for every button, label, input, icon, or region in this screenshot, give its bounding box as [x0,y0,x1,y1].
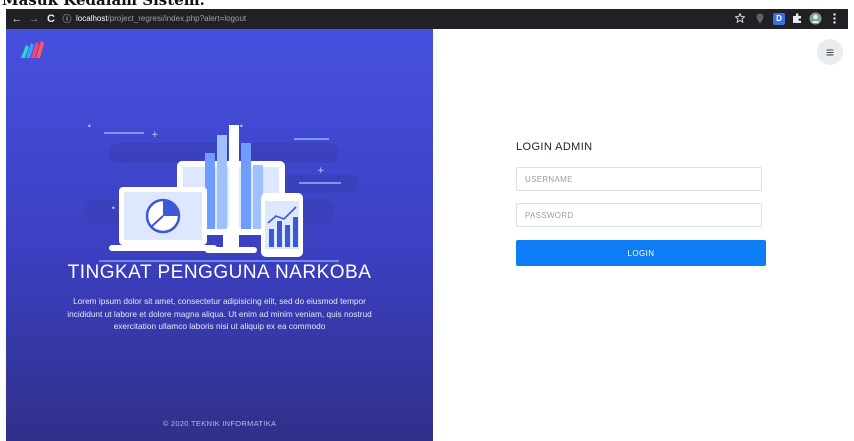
svg-text:+: + [317,166,325,176]
reload-button[interactable]: C [44,9,58,29]
username-input[interactable] [516,167,762,191]
bookmark-star-icon[interactable] [734,12,746,26]
location-pin-icon[interactable] [754,12,766,26]
login-title: LOGIN ADMIN [516,141,593,153]
extension-d-icon[interactable]: D [773,13,785,25]
site-info-icon[interactable]: ⓘ [61,9,73,29]
back-button[interactable]: ← [10,9,24,29]
document-caption: Masuk Kedalam Sistem. [0,0,854,9]
url-path: /project_regresi/index.php?alert=logout [107,14,247,23]
password-input[interactable] [516,203,762,227]
extensions-puzzle-icon[interactable] [791,12,803,26]
svg-text:+: + [151,130,159,140]
svg-text:•: • [239,122,244,131]
svg-text:•: • [87,122,92,131]
address-bar[interactable]: localhost/project_regresi/index.php?aler… [76,12,246,26]
hero-heading: TINGKAT PENGGUNA NARKOBA [67,262,372,283]
hero-panel: + + • • • TINGKAT PENGGUNA NARKOBA Lorem… [6,29,433,441]
profile-avatar-icon[interactable] [808,12,822,26]
hamburger-menu-icon[interactable]: ≡ [817,39,843,65]
forward-button[interactable]: → [27,9,41,29]
login-button[interactable]: LOGIN [516,240,766,266]
browser-menu-icon[interactable] [828,12,840,26]
url-host: localhost [76,14,108,23]
brand-logo-icon[interactable] [20,41,46,59]
hero-description: Lorem ipsum dolor sit amet, consectetur … [67,296,372,331]
browser-toolbar: ← → C ⓘ localhost/project_regresi/index.… [6,9,848,29]
caption-text: Masuk Kedalam Sistem. [2,0,205,9]
analytics-devices-illustration: + + • • • [84,122,359,262]
copyright-footer: © 2020 TEKNIK INFORMATIKA [162,419,277,428]
svg-text:•: • [111,204,116,213]
login-panel: ≡ LOGIN ADMIN LOGIN [433,29,854,441]
